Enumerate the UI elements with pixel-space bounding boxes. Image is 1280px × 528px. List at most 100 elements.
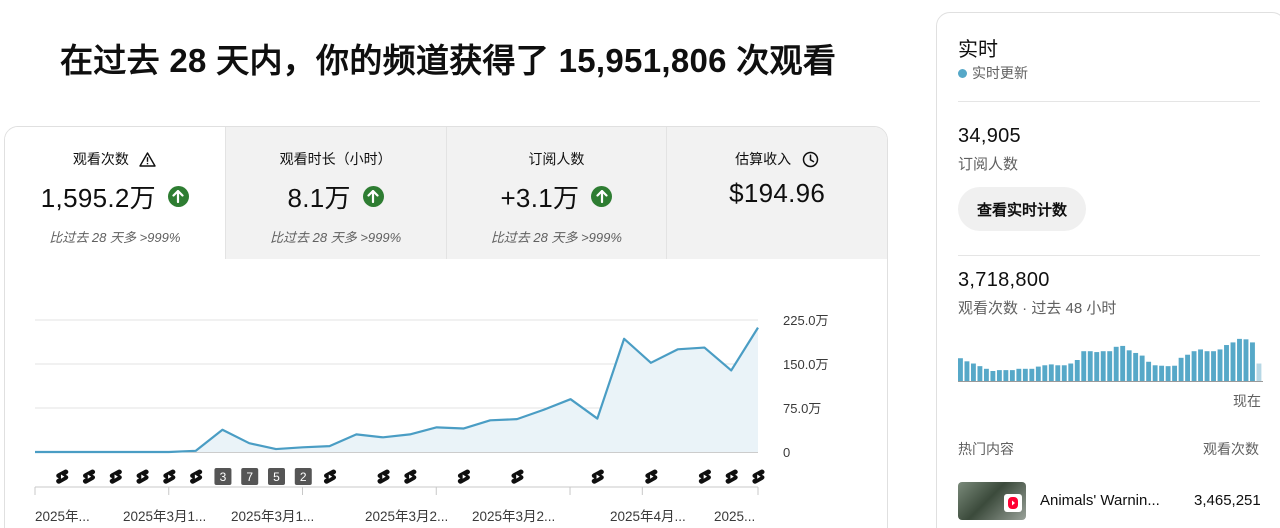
- realtime-bar: [1139, 355, 1145, 382]
- divider: [958, 255, 1260, 256]
- metric-label: 估算收入: [735, 151, 792, 167]
- realtime-bar: [1094, 352, 1100, 382]
- x-tick-label: 2025年3月2...: [365, 509, 448, 524]
- shorts-marker-icon: [377, 469, 390, 484]
- annotation-count: 7: [246, 470, 253, 484]
- metric-value: $194.96: [729, 178, 826, 208]
- annotation-count: 5: [273, 470, 280, 484]
- realtime-bar: [958, 358, 963, 382]
- metric-tab-subscribers[interactable]: 订阅人数 +3.1万 比过去 28 天多 >999%: [445, 127, 667, 259]
- top-content-header: 热门内容: [958, 441, 1014, 457]
- now-label: 现在: [1233, 393, 1261, 409]
- realtime-bar: [1016, 368, 1022, 382]
- shorts-marker-icon: [645, 469, 658, 484]
- realtime-bar: [990, 371, 996, 382]
- realtime-bar-chart: [958, 338, 1263, 382]
- realtime-bar: [1250, 342, 1255, 382]
- clock-icon[interactable]: [801, 150, 819, 168]
- realtime-bar: [1172, 365, 1178, 382]
- realtime-bar: [1055, 365, 1061, 382]
- metric-label: 观看次数: [72, 151, 129, 167]
- shorts-marker-icon: [136, 469, 149, 484]
- realtime-bar: [1191, 351, 1197, 382]
- page-headline: 在过去 28 天内，你的频道获得了 15,951,806 次观看: [60, 42, 837, 79]
- subscriber-count-label: 订阅人数: [958, 156, 1019, 173]
- video-title[interactable]: Animals' Warnin...: [1040, 492, 1170, 509]
- arrow-up-icon: [167, 186, 189, 207]
- realtime-bar: [977, 366, 983, 382]
- shorts-marker-icon: [163, 469, 176, 484]
- realtime-bar: [1035, 366, 1041, 382]
- video-thumbnail[interactable]: [958, 482, 1026, 520]
- realtime-bar: [1256, 363, 1262, 382]
- realtime-bar: [1029, 368, 1035, 382]
- x-tick-label: 2025年3月1...: [123, 509, 206, 524]
- realtime-bar: [1009, 370, 1015, 382]
- arrow-up-icon: [362, 186, 384, 207]
- realtime-bar: [1074, 360, 1080, 382]
- warning-icon[interactable]: [139, 150, 157, 168]
- metric-tabs: 观看次数 1,595.2万 比过去 28 天多 >999% 观看时长（小时） 8…: [5, 127, 887, 259]
- metric-tab-watch-time[interactable]: 观看时长（小时） 8.1万 比过去 28 天多 >999%: [224, 127, 446, 259]
- realtime-bar: [983, 368, 989, 382]
- realtime-bar: [1107, 351, 1113, 382]
- shorts-marker-icon: [82, 469, 96, 484]
- shorts-marker-icon: [109, 469, 122, 484]
- annotation-count: 2: [300, 470, 307, 484]
- shorts-marker-icon: [56, 469, 69, 484]
- realtime-bar: [964, 361, 970, 382]
- live-dot-icon: [958, 68, 967, 78]
- x-tick-label: 2025年3月2...: [472, 509, 555, 524]
- y-tick-label: 0: [783, 445, 790, 460]
- realtime-bar: [1204, 351, 1210, 382]
- x-tick-label: 2025年4月...: [610, 509, 686, 524]
- realtime-bar: [970, 363, 976, 382]
- metric-comparison: 比过去 28 天多 >999%: [270, 230, 402, 245]
- arrow-up-icon: [591, 186, 613, 207]
- realtime-bar: [1126, 350, 1132, 382]
- realtime-bar: [1068, 363, 1074, 382]
- metric-value: 8.1万: [287, 183, 351, 213]
- metric-comparison: 比过去 28 天多 >999%: [490, 230, 622, 245]
- metric-tab-views[interactable]: 观看次数 1,595.2万 比过去 28 天多 >999%: [5, 127, 225, 259]
- views-48h-label: 观看次数 · 过去 48 小时: [958, 300, 1117, 317]
- area-fill: [35, 327, 758, 452]
- realtime-bar: [1022, 368, 1028, 382]
- divider: [958, 101, 1260, 102]
- realtime-bar: [1003, 370, 1009, 382]
- top-content-row[interactable]: Animals' Warnin... 3,465,251: [958, 482, 1268, 520]
- realtime-bar: [1159, 365, 1165, 382]
- realtime-bar: [1087, 351, 1093, 382]
- realtime-status-label: 实时更新: [972, 65, 1028, 81]
- realtime-bar: [1217, 349, 1223, 382]
- y-tick-label: 75.0万: [783, 401, 821, 416]
- metric-label: 观看时长（小时）: [279, 151, 392, 167]
- shorts-icon: [1004, 494, 1022, 512]
- realtime-bar: [1113, 346, 1119, 382]
- realtime-bar: [1042, 365, 1048, 382]
- view-live-count-button[interactable]: 查看实时计数: [958, 187, 1087, 231]
- shorts-marker-icon: [189, 469, 203, 484]
- realtime-bar: [1165, 366, 1171, 382]
- metric-value: +3.1万: [500, 183, 580, 213]
- realtime-bar: [1198, 349, 1203, 382]
- metric-value: 1,595.2万: [40, 183, 156, 213]
- realtime-title: 实时: [958, 39, 998, 61]
- shorts-marker-icon: [752, 469, 765, 484]
- realtime-bar: [1133, 352, 1139, 382]
- realtime-bar: [1243, 339, 1249, 382]
- shorts-marker-icon: [457, 469, 471, 484]
- shorts-marker-icon: [725, 469, 738, 484]
- realtime-bar: [996, 370, 1002, 382]
- metric-tab-revenue[interactable]: 估算收入 $194.96: [666, 127, 887, 259]
- shorts-marker-icon: [323, 469, 337, 484]
- x-tick-label: 2025年...: [35, 509, 90, 524]
- analytics-panel: 观看次数 1,595.2万 比过去 28 天多 >999% 观看时长（小时） 8…: [4, 126, 888, 528]
- metric-label: 订阅人数: [528, 151, 585, 167]
- subscriber-count: 34,905: [958, 125, 1021, 147]
- views-chart: 225.0万 150.0万 75.0万 0 2025年... 2025年3月1... 202…: [5, 259, 887, 528]
- shorts-marker-icon: [591, 469, 604, 484]
- metric-comparison: 比过去 28 天多 >999%: [49, 230, 181, 245]
- realtime-bar: [1048, 364, 1054, 382]
- realtime-bar: [1081, 351, 1087, 382]
